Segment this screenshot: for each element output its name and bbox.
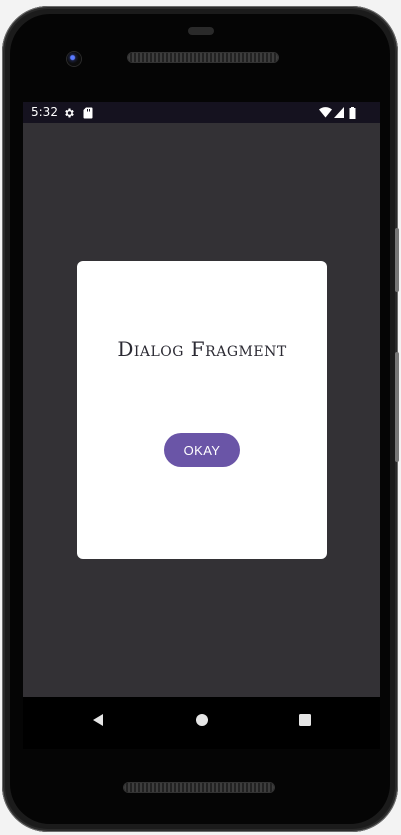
emulator-frame: 5:32 Dialog Fragment OKAY (0, 0, 401, 835)
earpiece-speaker (128, 53, 278, 62)
gear-icon (63, 102, 75, 123)
okay-button[interactable]: OKAY (164, 433, 240, 467)
back-icon[interactable] (78, 697, 118, 743)
dialog-title: Dialog Fragment (117, 337, 287, 361)
device-screen: 5:32 Dialog Fragment OKAY (23, 102, 380, 749)
recents-icon[interactable] (285, 697, 325, 743)
status-time: 5:32 (31, 105, 58, 119)
power-button[interactable] (395, 228, 399, 292)
status-bar: 5:32 (23, 102, 380, 123)
dialog-fragment: Dialog Fragment OKAY (77, 261, 327, 559)
home-icon[interactable] (182, 697, 222, 743)
cellular-signal-icon (334, 102, 344, 123)
proximity-sensor (188, 27, 214, 35)
volume-button[interactable] (395, 352, 399, 462)
app-content: Dialog Fragment OKAY (23, 123, 380, 697)
sd-card-icon (83, 102, 93, 123)
wifi-icon (319, 102, 332, 123)
navigation-bar (23, 697, 380, 749)
battery-icon (349, 102, 356, 123)
front-camera-icon (67, 52, 81, 66)
bottom-speaker (124, 783, 274, 792)
